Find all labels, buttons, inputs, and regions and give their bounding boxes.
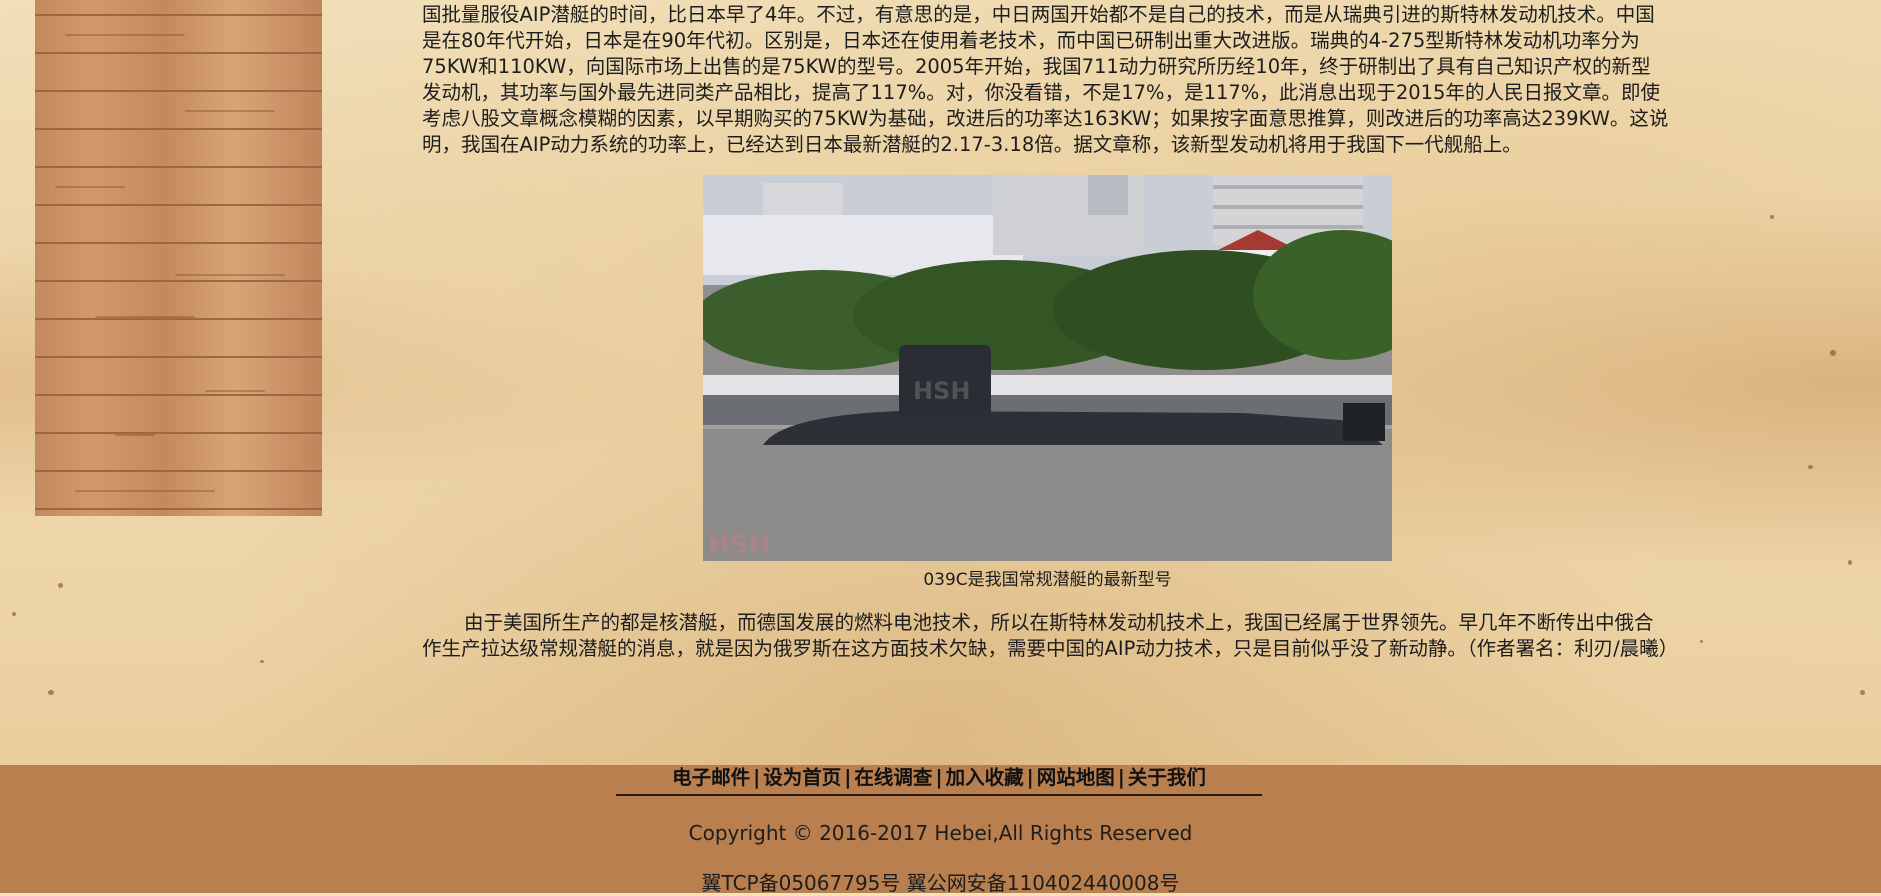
separator: | [935,766,943,789]
separator: | [844,766,852,789]
article-paragraph: 国批量服役AIP潜艇的时间，比日本早了4年。不过，有意思的是，中日两国开始都不是… [422,3,1669,156]
footer-link-survey[interactable]: 在线调查 [854,766,932,789]
watermark-label: HSH [913,377,970,405]
wood-panel-image [35,0,322,516]
article-paragraph: 由于美国所生产的都是核潜艇，而德国发展的燃料电池技术，所以在斯特林发动机技术上，… [422,611,1679,660]
footer-link-sitemap[interactable]: 网站地图 [1037,766,1115,789]
site-footer: 电子邮件 | 设为首页 | 在线调查 | 加入收藏 | 网站地图 | 关于我们 Copyright … [0,765,1881,895]
footer-nav: 电子邮件 | 设为首页 | 在线调查 | 加入收藏 | 网站地图 | 关于我们 [616,765,1262,796]
icp-license-text: 翼TCP备05067795号 翼公网安备110402440008号 [701,871,1180,895]
footer-link-email[interactable]: 电子邮件 [672,766,750,789]
footer-link-bookmark[interactable]: 加入收藏 [946,766,1024,789]
copyright-text: Copyright © 2016-2017 Hebei,All Rights R… [688,821,1193,845]
separator: | [1026,766,1034,789]
separator: | [753,766,761,789]
footer-link-set-homepage[interactable]: 设为首页 [763,766,841,789]
watermark-label: HSH [708,530,770,560]
separator: | [1117,766,1125,789]
submarine-photo: HSH HSH [703,175,1392,561]
photo-caption: 039C是我国常规潜艇的最新型号 [923,570,1172,590]
footer-link-about[interactable]: 关于我们 [1128,766,1206,789]
